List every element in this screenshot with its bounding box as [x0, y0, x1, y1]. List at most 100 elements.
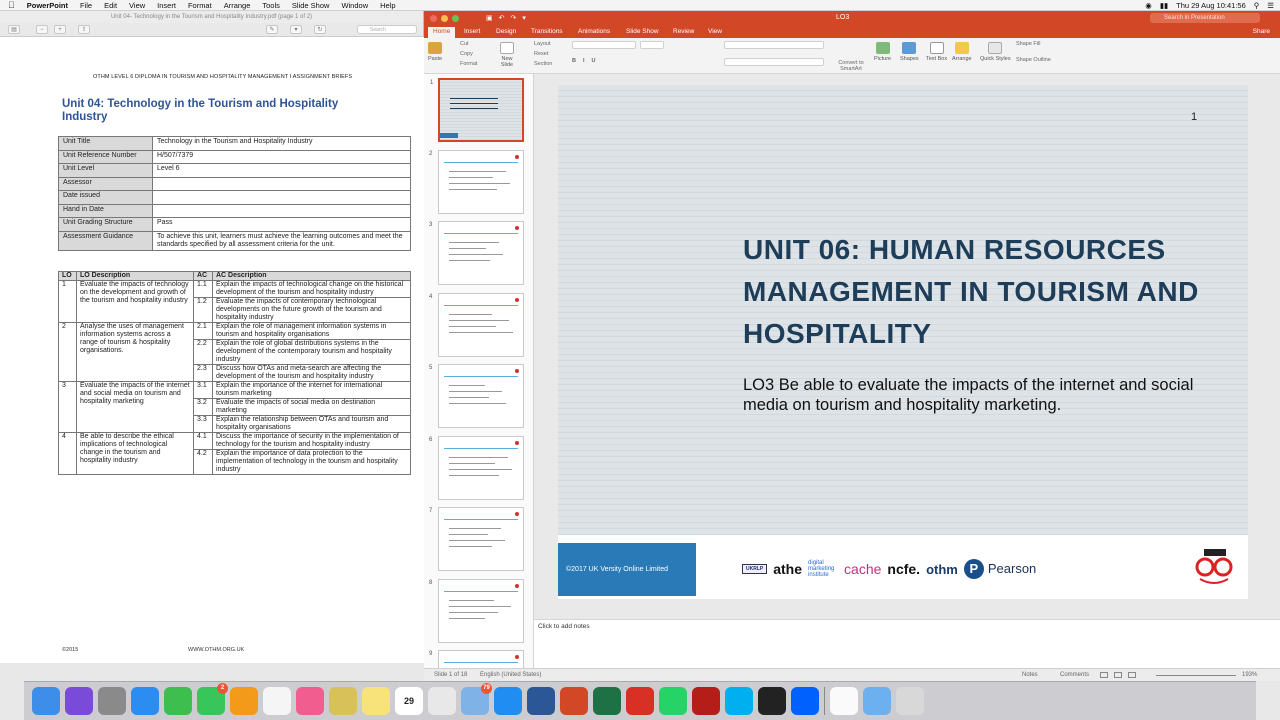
quick-styles-button[interactable]: Quick Styles — [980, 42, 1011, 62]
comments-button[interactable]: Comments — [1060, 672, 1089, 678]
slide-thumbnail[interactable]: 7 — [429, 507, 524, 571]
spotlight-icon[interactable]: ⚲ — [1254, 1, 1260, 10]
quick-access-icons[interactable]: ▣↶↷▾ — [486, 14, 532, 22]
dock-acrobat-icon[interactable] — [626, 687, 654, 715]
picture-button[interactable]: Picture — [874, 42, 891, 62]
dock-powerpoint-icon[interactable] — [560, 687, 588, 715]
zoom-level[interactable]: 193% — [1242, 672, 1257, 678]
dock-documents-icon[interactable] — [830, 687, 858, 715]
clock[interactable]: Thu 29 Aug 10:41:56 — [1176, 1, 1246, 10]
dock-notes-icon[interactable] — [329, 687, 357, 715]
apple-icon[interactable]:  — [8, 0, 15, 10]
close-window-icon[interactable] — [430, 15, 437, 22]
dock-messages-icon[interactable]: 2 — [197, 683, 228, 715]
dock-chrome-icon[interactable] — [428, 687, 456, 715]
arrange-button[interactable]: Arrange — [952, 42, 972, 62]
menu-file[interactable]: File — [80, 1, 92, 10]
dock-preview-icon[interactable]: 79 — [461, 683, 492, 715]
tab-slide-show[interactable]: Slide Show — [626, 28, 659, 35]
menu-edit[interactable]: Edit — [104, 1, 117, 10]
dock-app-store-icon[interactable] — [131, 687, 159, 715]
dock-stickies-icon[interactable] — [362, 687, 390, 715]
menu-help[interactable]: Help — [380, 1, 395, 10]
section-button[interactable]: Section — [534, 61, 552, 67]
share-button[interactable]: Share — [1253, 28, 1270, 35]
slide-thumbnail[interactable]: 3 — [429, 221, 524, 285]
dock-excel-icon[interactable] — [593, 687, 621, 715]
reading-view-icon[interactable] — [1128, 672, 1136, 678]
slide-thumbnail[interactable]: 1 — [430, 78, 524, 142]
dock-word-icon[interactable] — [527, 687, 555, 715]
font-style-buttons[interactable]: BIU — [572, 58, 602, 64]
shapes-button[interactable]: Shapes — [900, 42, 919, 62]
slide-sorter-icon[interactable] — [1114, 672, 1122, 678]
layout-button[interactable]: Layout — [534, 41, 551, 47]
menu-format[interactable]: Format — [188, 1, 212, 10]
notes-pane[interactable]: Click to add notes — [534, 619, 1280, 668]
copy-button[interactable]: Copy — [460, 51, 473, 57]
zoom-slider[interactable] — [1156, 675, 1236, 676]
tab-transitions[interactable]: Transitions — [531, 28, 563, 35]
dock-safari-icon[interactable] — [494, 687, 522, 715]
dock-calendar-icon[interactable]: 29 — [395, 687, 423, 715]
zoom-in-icon[interactable]: + — [54, 25, 66, 34]
dock-skype-icon[interactable] — [725, 687, 753, 715]
slide-thumbnail[interactable]: 4 — [429, 292, 524, 357]
text-box-button[interactable]: Text Box — [926, 42, 947, 62]
annotate-icon[interactable]: ▾ — [290, 25, 302, 34]
dock-itunes-icon[interactable] — [296, 687, 324, 715]
shape-fill-button[interactable]: Shape Fill — [1016, 41, 1040, 47]
menu-slide-show[interactable]: Slide Show — [292, 1, 330, 10]
dock-photos-icon[interactable] — [263, 687, 291, 715]
ppt-search-input[interactable]: Search in Presentation — [1150, 13, 1260, 23]
dock-folder-icon[interactable] — [863, 687, 891, 715]
markup-icon[interactable]: ✎ — [266, 25, 278, 34]
preview-search-input[interactable]: Search — [357, 25, 417, 34]
tab-design[interactable]: Design — [496, 28, 516, 35]
dock-system-preferences-icon[interactable] — [98, 687, 126, 715]
dock-siri-icon[interactable] — [65, 687, 93, 715]
minimize-window-icon[interactable] — [441, 15, 448, 22]
slide-1[interactable]: 1 UNIT 06: HUMAN RESOURCES MANAGEMENT IN… — [558, 85, 1248, 599]
dock-terminal-icon[interactable] — [758, 687, 786, 715]
dock-trash-icon[interactable] — [896, 687, 924, 715]
wifi-icon[interactable]: ◉ — [1145, 1, 1152, 10]
cut-button[interactable]: Cut — [460, 41, 469, 47]
font-name-select[interactable] — [572, 41, 636, 49]
dock-ibooks-icon[interactable] — [230, 687, 258, 715]
battery-icon[interactable]: ▮▮ — [1160, 1, 1168, 10]
normal-view-icon[interactable] — [1100, 672, 1108, 678]
notification-center-icon[interactable]: ☰ — [1267, 1, 1274, 10]
dock-filezilla-icon[interactable] — [692, 687, 720, 715]
tab-home[interactable]: Home — [428, 27, 456, 38]
menu-tools[interactable]: Tools — [262, 1, 280, 10]
shape-outline-button[interactable]: Shape Outline — [1016, 57, 1051, 63]
reset-button[interactable]: Reset — [534, 51, 548, 57]
slide-thumbnail[interactable]: 2 — [429, 149, 524, 214]
menu-app-name[interactable]: PowerPoint — [27, 1, 68, 10]
menu-window[interactable]: Window — [341, 1, 368, 10]
slide-thumbnail[interactable]: 5 — [429, 364, 524, 428]
menu-arrange[interactable]: Arrange — [224, 1, 251, 10]
new-slide-button[interactable]: New Slide — [496, 42, 518, 68]
preview-title-bar[interactable]: Unit 04- Technology in the Tourism and H… — [0, 11, 423, 23]
dock-dropbox-icon[interactable] — [791, 687, 819, 715]
tab-animations[interactable]: Animations — [578, 28, 610, 35]
paragraph-controls[interactable] — [724, 41, 824, 49]
notes-button[interactable]: Notes — [1022, 672, 1038, 678]
slide-thumbnail[interactable]: 9 — [429, 650, 524, 668]
language-status[interactable]: English (United States) — [480, 672, 541, 678]
menu-insert[interactable]: Insert — [157, 1, 176, 10]
dock-whatsapp-icon[interactable] — [659, 687, 687, 715]
format-painter-button[interactable]: Format — [460, 61, 477, 67]
tab-review[interactable]: Review — [673, 28, 694, 35]
dock-finder-icon[interactable] — [32, 687, 60, 715]
share-icon[interactable]: ⇧ — [78, 25, 90, 34]
alignment-controls[interactable] — [724, 58, 824, 66]
sidebar-toggle-icon[interactable]: ▤ — [8, 25, 20, 34]
tab-insert[interactable]: Insert — [464, 28, 480, 35]
zoom-out-icon[interactable]: − — [36, 25, 48, 34]
slide-thumbnail[interactable]: 6 — [429, 435, 524, 500]
maximize-window-icon[interactable] — [452, 15, 459, 22]
tab-view[interactable]: View — [708, 28, 722, 35]
